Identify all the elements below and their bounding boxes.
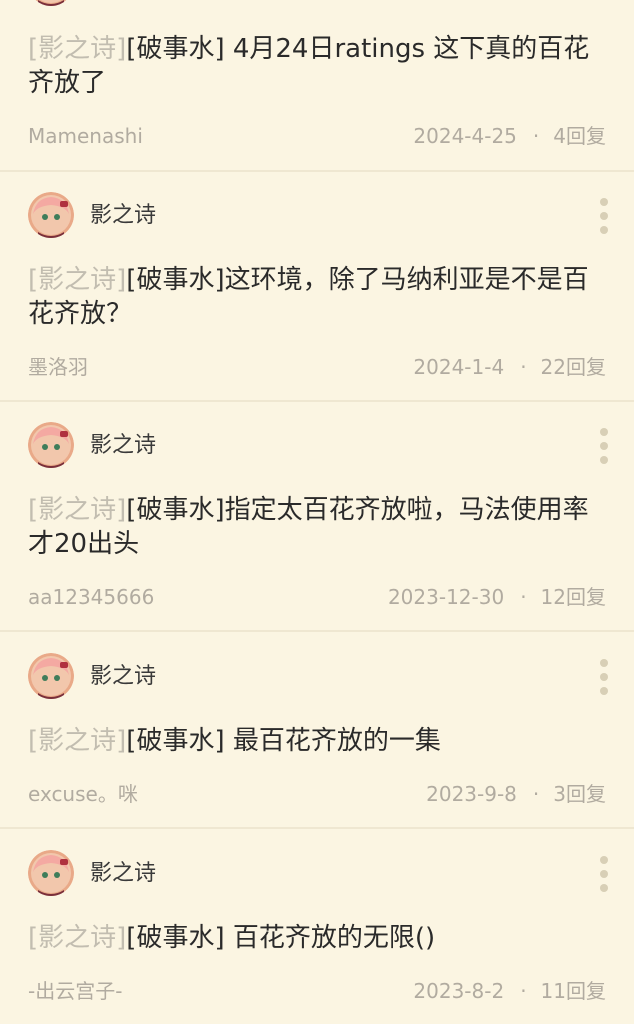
more-dot-icon <box>600 226 608 234</box>
game-tag[interactable]: [影之诗] <box>28 34 126 64</box>
author-avatar[interactable] <box>28 850 74 896</box>
meta-separator: · <box>520 585 527 609</box>
more-options-button[interactable] <box>594 428 614 464</box>
more-dot-icon <box>600 212 608 220</box>
post-title-text: [破事水] 最百花齐放的一集 <box>126 726 441 756</box>
author-name[interactable]: 影之诗 <box>90 663 156 691</box>
post-date: 2023-8-2 <box>413 979 505 1003</box>
more-dot-icon <box>600 198 608 206</box>
author-avatar[interactable] <box>28 422 74 468</box>
game-tag[interactable]: [影之诗] <box>28 923 126 953</box>
post-feed: [影之诗][破事水] 4月24日ratings 这下真的百花齐放了 Mamena… <box>0 0 634 1024</box>
post-item[interactable]: 影之诗 [影之诗][破事水] 百花齐放的无限() -出云宫子- 2023-8-2… <box>0 829 634 1024</box>
post-reply-count: 4回复 <box>553 124 606 148</box>
post-username[interactable]: excuse。咪 <box>28 781 138 807</box>
post-reply-count: 3回复 <box>553 782 606 806</box>
post-reply-count: 11回复 <box>540 979 606 1003</box>
more-dot-icon <box>600 856 608 864</box>
more-dot-icon <box>600 687 608 695</box>
post-title[interactable]: [影之诗][破事水] 4月24日ratings 这下真的百花齐放了 <box>28 32 612 100</box>
post-item[interactable]: 影之诗 [影之诗][破事水]指定太百花齐放啦，马法使用率才20出头 aa1234… <box>0 402 634 632</box>
author-name[interactable]: 影之诗 <box>90 202 156 230</box>
author-name[interactable]: 影之诗 <box>90 432 156 460</box>
post-username[interactable]: aa12345666 <box>28 584 154 610</box>
post-reply-count: 12回复 <box>540 585 606 609</box>
meta-separator: · <box>532 124 540 148</box>
more-options-button[interactable] <box>594 659 614 695</box>
more-dot-icon <box>600 428 608 436</box>
post-item[interactable]: [影之诗][破事水] 4月24日ratings 这下真的百花齐放了 Mamena… <box>0 0 634 172</box>
post-username[interactable]: -出云宫子- <box>28 978 122 1004</box>
post-title[interactable]: [影之诗][破事水] 百花齐放的无限() <box>28 921 612 955</box>
post-title[interactable]: [影之诗][破事水] 最百花齐放的一集 <box>28 724 612 758</box>
more-options-button[interactable] <box>594 856 614 892</box>
more-dot-icon <box>600 659 608 667</box>
game-tag[interactable]: [影之诗] <box>28 495 126 525</box>
game-tag[interactable]: [影之诗] <box>28 726 126 756</box>
meta-separator: · <box>532 782 540 806</box>
author-name[interactable]: 影之诗 <box>90 860 156 888</box>
more-dot-icon <box>600 456 608 464</box>
post-item[interactable]: 影之诗 [影之诗][破事水] 最百花齐放的一集 excuse。咪 2023-9-… <box>0 632 634 829</box>
post-reply-count: 22回复 <box>540 355 606 379</box>
author-avatar[interactable] <box>28 0 74 6</box>
post-item[interactable]: 影之诗 [影之诗][破事水]这环境，除了马纳利亚是不是百花齐放？ 墨洛羽 202… <box>0 172 634 402</box>
post-date: 2023-12-30 <box>387 585 505 609</box>
post-date: 2023-9-8 <box>426 782 517 806</box>
post-username[interactable]: Mamenashi <box>28 123 143 149</box>
author-avatar[interactable] <box>28 192 74 238</box>
game-tag[interactable]: [影之诗] <box>28 265 126 295</box>
post-title-text: [破事水] 百花齐放的无限() <box>126 923 436 953</box>
meta-separator: · <box>520 979 527 1003</box>
post-date: 2024-4-25 <box>413 124 517 148</box>
more-dot-icon <box>600 870 608 878</box>
post-title[interactable]: [影之诗][破事水]指定太百花齐放啦，马法使用率才20出头 <box>28 493 612 561</box>
post-date: 2024-1-4 <box>413 355 505 379</box>
more-dot-icon <box>600 673 608 681</box>
author-avatar[interactable] <box>28 653 74 699</box>
post-title[interactable]: [影之诗][破事水]这环境，除了马纳利亚是不是百花齐放？ <box>28 263 612 331</box>
more-dot-icon <box>600 442 608 450</box>
more-options-button[interactable] <box>594 198 614 234</box>
more-dot-icon <box>600 884 608 892</box>
meta-separator: · <box>520 355 527 379</box>
post-username[interactable]: 墨洛羽 <box>28 354 88 380</box>
